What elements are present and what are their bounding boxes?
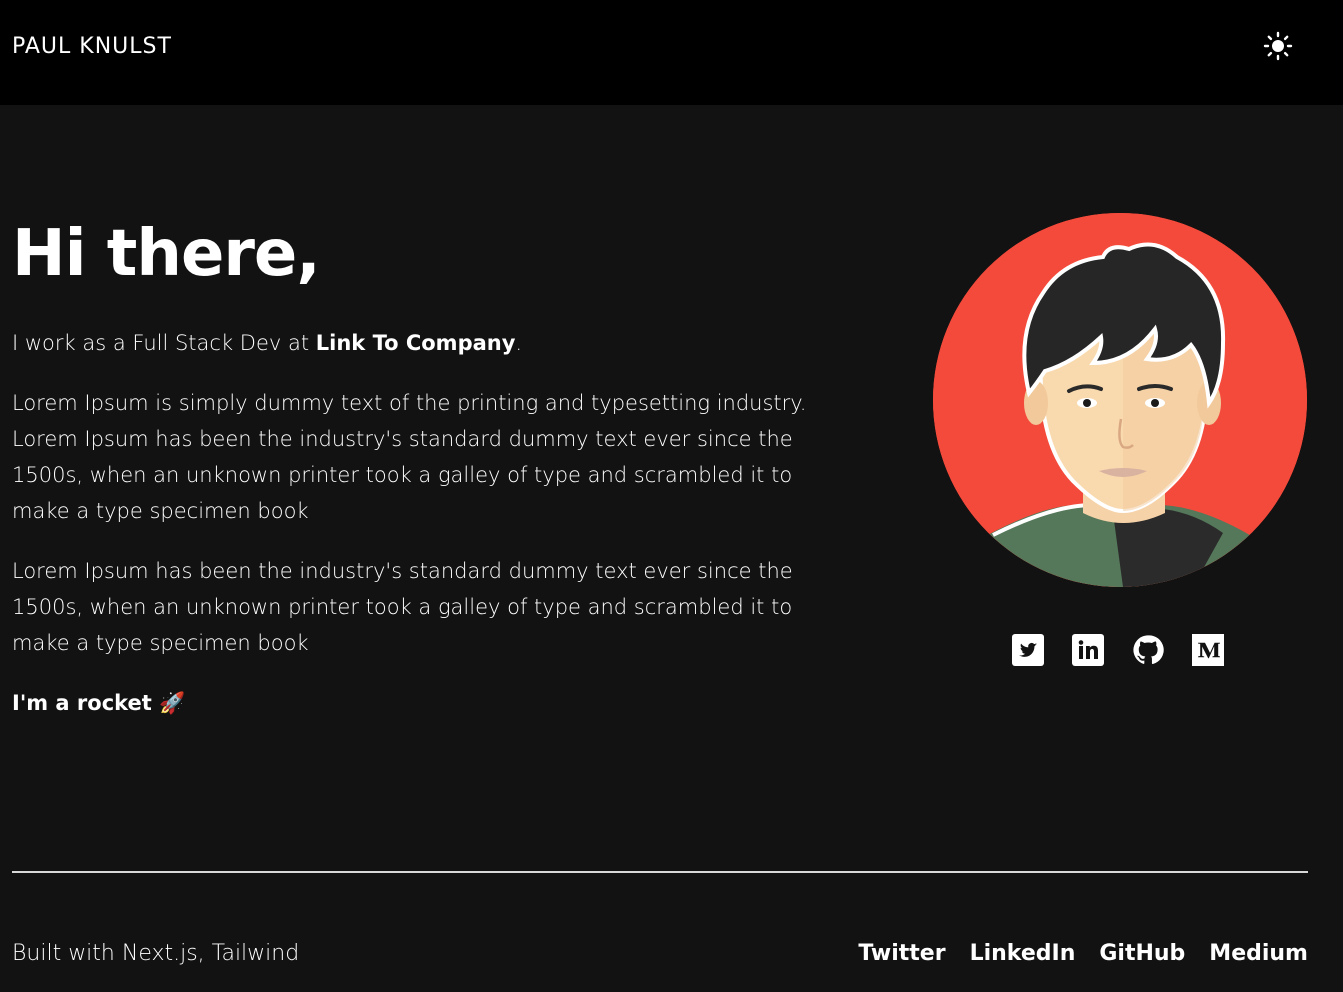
social-links xyxy=(1012,633,1224,667)
social-github[interactable] xyxy=(1132,633,1164,667)
linkedin-icon xyxy=(1072,634,1104,666)
paragraph-1: Lorem Ipsum is simply dummy text of the … xyxy=(12,391,807,523)
hero-title: Hi there, xyxy=(12,217,321,291)
company-link[interactable]: Link To Company xyxy=(316,331,516,355)
hero-text: I work as a Full Stack Dev at Link To Co… xyxy=(12,325,832,745)
footer-link-twitter[interactable]: Twitter xyxy=(858,938,945,970)
paragraph-2: Lorem Ipsum has been the industry's stan… xyxy=(12,559,793,655)
social-twitter[interactable] xyxy=(1012,633,1044,667)
built-with-text: Built with Next.js, Tailwind xyxy=(12,941,300,966)
footer-link-medium[interactable]: Medium xyxy=(1209,938,1308,970)
main-content: Hi there, I work as a Full Stack Dev at … xyxy=(0,105,1343,873)
social-linkedin[interactable] xyxy=(1072,633,1104,667)
site-header: PAUL KNULST xyxy=(0,0,1343,105)
footer-divider xyxy=(12,871,1308,873)
footer-links: Twitter LinkedIn GitHub Medium xyxy=(858,938,1308,970)
intro-line: I work as a Full Stack Dev at Link To Co… xyxy=(12,325,832,361)
footer-link-github[interactable]: GitHub xyxy=(1099,938,1185,970)
intro-suffix: . xyxy=(515,331,523,355)
intro-prefix: I work as a Full Stack Dev at xyxy=(12,331,316,355)
brand-link[interactable]: PAUL KNULST xyxy=(12,33,172,61)
tagline: I'm a rocket 🚀 xyxy=(12,691,186,715)
medium-icon xyxy=(1192,634,1224,666)
social-medium[interactable] xyxy=(1192,633,1224,667)
footer-link-linkedin[interactable]: LinkedIn xyxy=(970,938,1076,970)
twitter-icon xyxy=(1012,634,1044,666)
theme-toggle-button[interactable] xyxy=(1260,28,1296,64)
avatar xyxy=(933,213,1307,587)
avatar-illustration xyxy=(933,213,1307,587)
sun-icon xyxy=(1263,31,1293,61)
github-icon xyxy=(1133,635,1164,665)
